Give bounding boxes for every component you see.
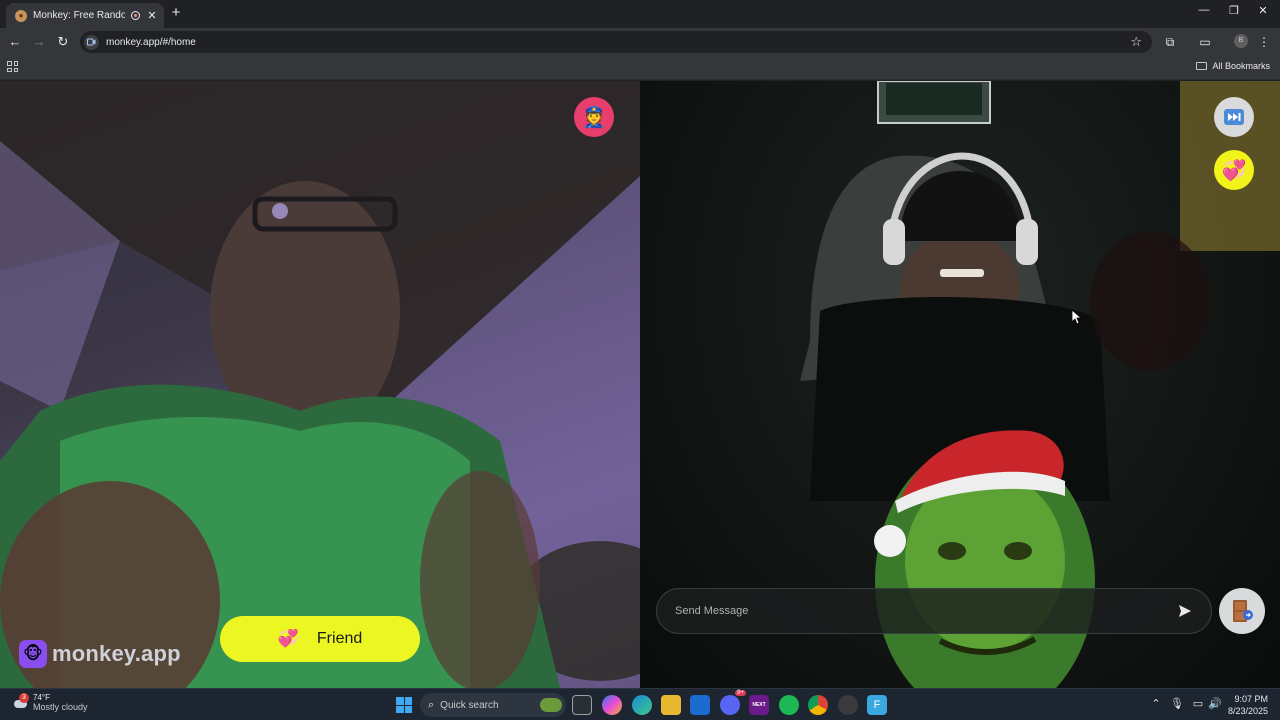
bookmark-star-icon[interactable]: ☆	[1130, 34, 1142, 50]
microphone-icon[interactable]: 🎙	[1170, 697, 1184, 710]
chrome-icon[interactable]	[808, 695, 828, 715]
profile-avatar[interactable]: B	[1234, 34, 1248, 48]
weather-condition: Mostly cloudy	[33, 702, 88, 712]
restore-button[interactable]: ❐	[1223, 4, 1245, 17]
recording-indicator-icon	[131, 11, 140, 20]
media-controls-icon[interactable]: ▭	[1197, 34, 1213, 50]
monkey-logo-icon: 🐵	[19, 640, 47, 668]
next-app-icon[interactable]: NEXT	[749, 695, 769, 715]
heart-icon: 💞	[277, 629, 299, 648]
exit-chat-button[interactable]	[1219, 588, 1265, 634]
f-app-icon[interactable]: F	[867, 695, 887, 715]
add-friend-heart-button[interactable]: 💞	[1214, 150, 1254, 190]
monkey-favicon-icon: ●	[15, 9, 27, 22]
obs-icon[interactable]	[838, 695, 858, 715]
video-chat-stage: 👮 💞 Friend 🐵 monkey.app 💞 Send Message	[0, 81, 1280, 688]
taskbar-search[interactable]: ⌕ Quick search	[420, 693, 566, 717]
address-bar[interactable]: monkey.app/#/home ☆	[80, 31, 1152, 53]
tab-title: Monkey: Free Random Vide	[33, 10, 125, 21]
tab-strip: ● Monkey: Free Random Vide ✕ + — ❐ ✕	[0, 0, 1280, 28]
brand-watermark: 🐵 monkey.app	[19, 640, 181, 668]
friend-button[interactable]: 💞 Friend	[220, 616, 420, 662]
reload-icon[interactable]: ↻	[55, 34, 71, 50]
tab-close-icon[interactable]: ✕	[146, 9, 158, 22]
taskbar-clock[interactable]: 9:07 PM 8/23/2025	[1228, 693, 1268, 717]
bookmarks-bar: All Bookmarks	[0, 56, 1280, 80]
clock-time: 9:07 PM	[1234, 694, 1268, 704]
weather-badge: 3	[19, 692, 29, 703]
weather-temperature: 74°F	[33, 693, 50, 702]
edge-icon[interactable]	[632, 695, 652, 715]
browser-toolbar: ← → ↻ monkey.app/#/home ☆ ⧉ ▭ ⋮	[0, 28, 1280, 56]
weather-cloud-icon: 3	[12, 692, 29, 710]
discord-badge: 9+	[735, 690, 746, 696]
send-message-input[interactable]	[675, 605, 1177, 617]
spotify-icon[interactable]	[779, 695, 799, 715]
minimize-button[interactable]: —	[1193, 4, 1215, 16]
partner-video-feed: 👮 💞 Friend 🐵 monkey.app	[0, 81, 640, 688]
apps-grid-icon[interactable]	[7, 61, 18, 72]
mouse-cursor-icon	[1072, 310, 1082, 325]
friend-label: Friend	[316, 630, 363, 647]
extensions-icon[interactable]: ⧉	[1162, 34, 1178, 50]
windows-taskbar: 3 74°F Mostly cloudy ⌕ Quick search 9+ N…	[0, 688, 1280, 720]
all-bookmarks-label: All Bookmarks	[1212, 61, 1270, 71]
copilot-icon[interactable]	[602, 695, 622, 715]
tray-overflow-icon[interactable]: ⌃	[1149, 697, 1163, 710]
store-icon[interactable]	[690, 695, 710, 715]
new-tab-button[interactable]: +	[168, 5, 184, 21]
discord-icon[interactable]: 9+	[720, 690, 746, 715]
back-icon[interactable]: ←	[7, 34, 23, 50]
revolving-hearts-icon: 💞	[1221, 159, 1247, 182]
search-highlight-icon	[540, 698, 562, 712]
all-bookmarks-button[interactable]: All Bookmarks	[1196, 61, 1270, 71]
network-icon[interactable]: ▭	[1191, 697, 1205, 710]
window-close-button[interactable]: ✕	[1252, 4, 1274, 17]
folder-icon	[1196, 62, 1208, 70]
door-exit-icon	[1233, 600, 1253, 622]
send-icon[interactable]	[1177, 603, 1193, 619]
fast-forward-icon	[1224, 109, 1244, 125]
partner-video-image	[0, 81, 640, 688]
browser-tab[interactable]: ● Monkey: Free Random Vide ✕	[6, 3, 164, 28]
menu-kebab-icon[interactable]: ⋮	[1256, 34, 1272, 50]
clock-date: 8/23/2025	[1227, 706, 1268, 716]
message-bar	[656, 588, 1212, 634]
brand-name: monkey.app	[52, 641, 181, 666]
volume-icon[interactable]: 🔊	[1208, 697, 1222, 710]
report-button[interactable]: 👮	[574, 97, 614, 137]
site-info-icon[interactable]	[84, 34, 99, 50]
police-officer-icon: 👮	[581, 106, 607, 129]
weather-widget[interactable]: 3 74°F Mostly cloudy	[12, 692, 88, 712]
url-text: monkey.app/#/home	[106, 36, 196, 48]
search-placeholder: Quick search	[440, 699, 499, 711]
file-explorer-icon[interactable]	[661, 695, 681, 715]
skip-button[interactable]	[1214, 97, 1254, 137]
windows-start-icon[interactable]	[396, 697, 412, 713]
forward-icon[interactable]: →	[31, 34, 47, 50]
search-icon: ⌕	[428, 698, 435, 711]
task-view-icon[interactable]	[572, 695, 592, 715]
